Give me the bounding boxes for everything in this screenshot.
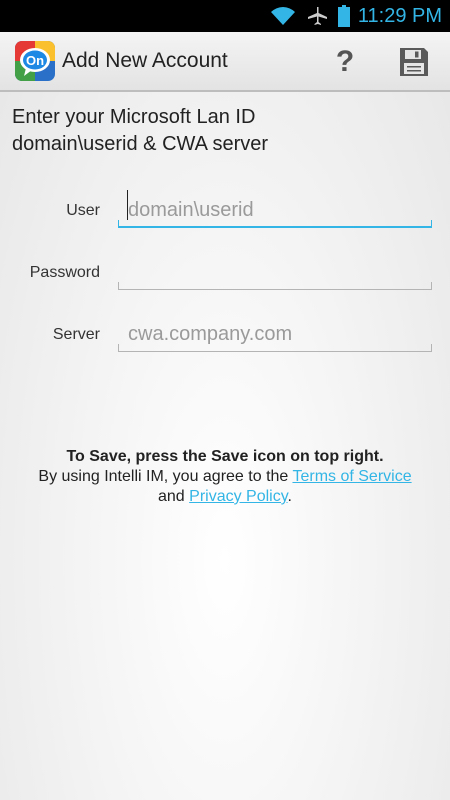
- text-cursor: [127, 190, 128, 220]
- period-text: .: [287, 488, 292, 505]
- user-row: User: [0, 190, 450, 240]
- server-label: Server: [52, 326, 100, 343]
- save-icon[interactable]: [396, 44, 432, 80]
- instructions-line-2: domain\userid & CWA server: [12, 133, 269, 155]
- agreement-line-1: By using Intelli IM, you agree to the Te…: [0, 467, 450, 487]
- password-field-corner-left: [118, 282, 119, 290]
- svg-text:On: On: [26, 53, 44, 68]
- and-text: and: [158, 488, 185, 505]
- user-label: User: [66, 202, 100, 219]
- server-input[interactable]: [118, 314, 432, 352]
- airplane-icon: [306, 6, 328, 26]
- agree-prefix: By using Intelli IM, you agree to the: [38, 468, 289, 485]
- help-icon[interactable]: ?: [328, 40, 362, 84]
- password-input[interactable]: [118, 252, 432, 290]
- password-field-corner-right: [431, 282, 432, 290]
- instructions-line-1: Enter your Microsoft Lan ID: [12, 106, 256, 128]
- server-field-corner-right: [431, 344, 432, 352]
- password-label: Password: [29, 264, 100, 281]
- wifi-icon: [270, 6, 296, 26]
- footer-notice: To Save, press the Save icon on top righ…: [0, 447, 450, 507]
- password-row: Password: [0, 252, 450, 302]
- user-field-corner-left: [118, 220, 119, 228]
- save-hint: To Save, press the Save icon on top righ…: [66, 448, 384, 465]
- app-logo-icon[interactable]: On: [14, 40, 56, 82]
- terms-of-service-link[interactable]: Terms of Service: [292, 468, 411, 485]
- server-field-corner-left: [118, 344, 119, 352]
- instructions-text: Enter your Microsoft Lan ID domain\useri…: [12, 104, 432, 158]
- status-time: 11:29 PM: [357, 4, 442, 27]
- user-field-corner-right: [431, 220, 432, 228]
- page-title: Add New Account: [62, 49, 228, 72]
- agreement-line-2: and Privacy Policy.: [0, 487, 450, 507]
- status-bar: 11:29 PM: [0, 0, 450, 32]
- user-input[interactable]: [118, 190, 432, 228]
- battery-icon: [337, 5, 350, 27]
- action-bar: On Add New Account ?: [0, 32, 450, 92]
- server-row: Server: [0, 314, 450, 364]
- privacy-policy-link[interactable]: Privacy Policy: [189, 488, 287, 505]
